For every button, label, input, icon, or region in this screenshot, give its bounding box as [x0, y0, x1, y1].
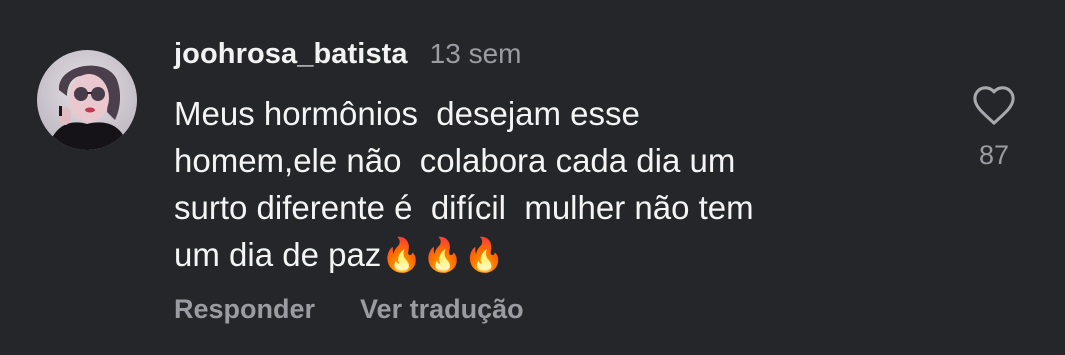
- comment-line: homem,ele não colabora cada dia um: [174, 142, 736, 179]
- comment-line: Meus hormônios desejam esse: [174, 95, 640, 132]
- comment-text: Meus hormônios desejam esse homem,ele nã…: [174, 90, 889, 278]
- avatar[interactable]: [37, 50, 137, 150]
- reply-button[interactable]: Responder: [174, 294, 315, 325]
- comment-content: joohrosa_batista 13 sem Meus hormônios d…: [174, 38, 894, 325]
- heart-outline-icon[interactable]: [971, 84, 1017, 126]
- comment-header: joohrosa_batista 13 sem: [174, 38, 894, 78]
- translate-button[interactable]: Ver tradução: [360, 294, 524, 325]
- comment-line: um dia de paz🔥🔥🔥: [174, 236, 505, 273]
- timestamp: 13 sem: [429, 38, 522, 69]
- avatar-photo: [37, 50, 137, 150]
- comment-item: joohrosa_batista 13 sem Meus hormônios d…: [0, 0, 1065, 355]
- like-control: 87: [970, 84, 1018, 171]
- like-count: 87: [978, 140, 1010, 170]
- comment-actions: Responder Ver tradução: [174, 294, 894, 325]
- username[interactable]: joohrosa_batista: [174, 38, 408, 71]
- comment-line: surto diferente é difícil mulher não tem: [174, 189, 754, 226]
